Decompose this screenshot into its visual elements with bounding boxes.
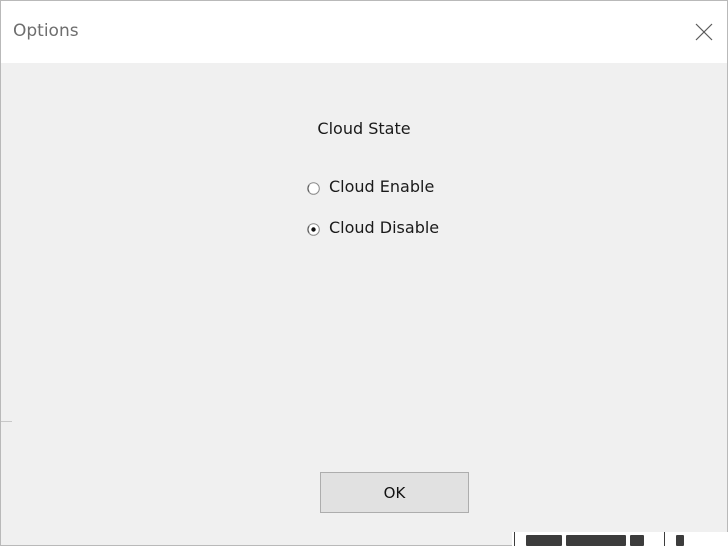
- radio-label-cloud-enable: Cloud Enable: [329, 176, 435, 196]
- options-dialog: Options Cloud State Cloud Enable Cloud D: [0, 0, 728, 546]
- ok-button[interactable]: OK: [320, 472, 469, 513]
- dialog-title: Options: [13, 21, 79, 41]
- close-button[interactable]: [685, 13, 725, 51]
- close-icon: [695, 23, 713, 41]
- title-bar[interactable]: Options: [1, 1, 727, 63]
- radio-label-cloud-disable: Cloud Disable: [329, 217, 440, 237]
- radio-cloud-disable[interactable]: Cloud Disable: [307, 216, 439, 238]
- cloud-state-label: Cloud State: [317, 119, 411, 138]
- background-window-status-strip: [512, 532, 728, 546]
- radio-checked-icon[interactable]: [307, 221, 320, 236]
- background-window-edge: [1, 421, 12, 422]
- radio-cloud-enable[interactable]: Cloud Enable: [307, 175, 434, 197]
- radio-unchecked-icon[interactable]: [307, 180, 320, 195]
